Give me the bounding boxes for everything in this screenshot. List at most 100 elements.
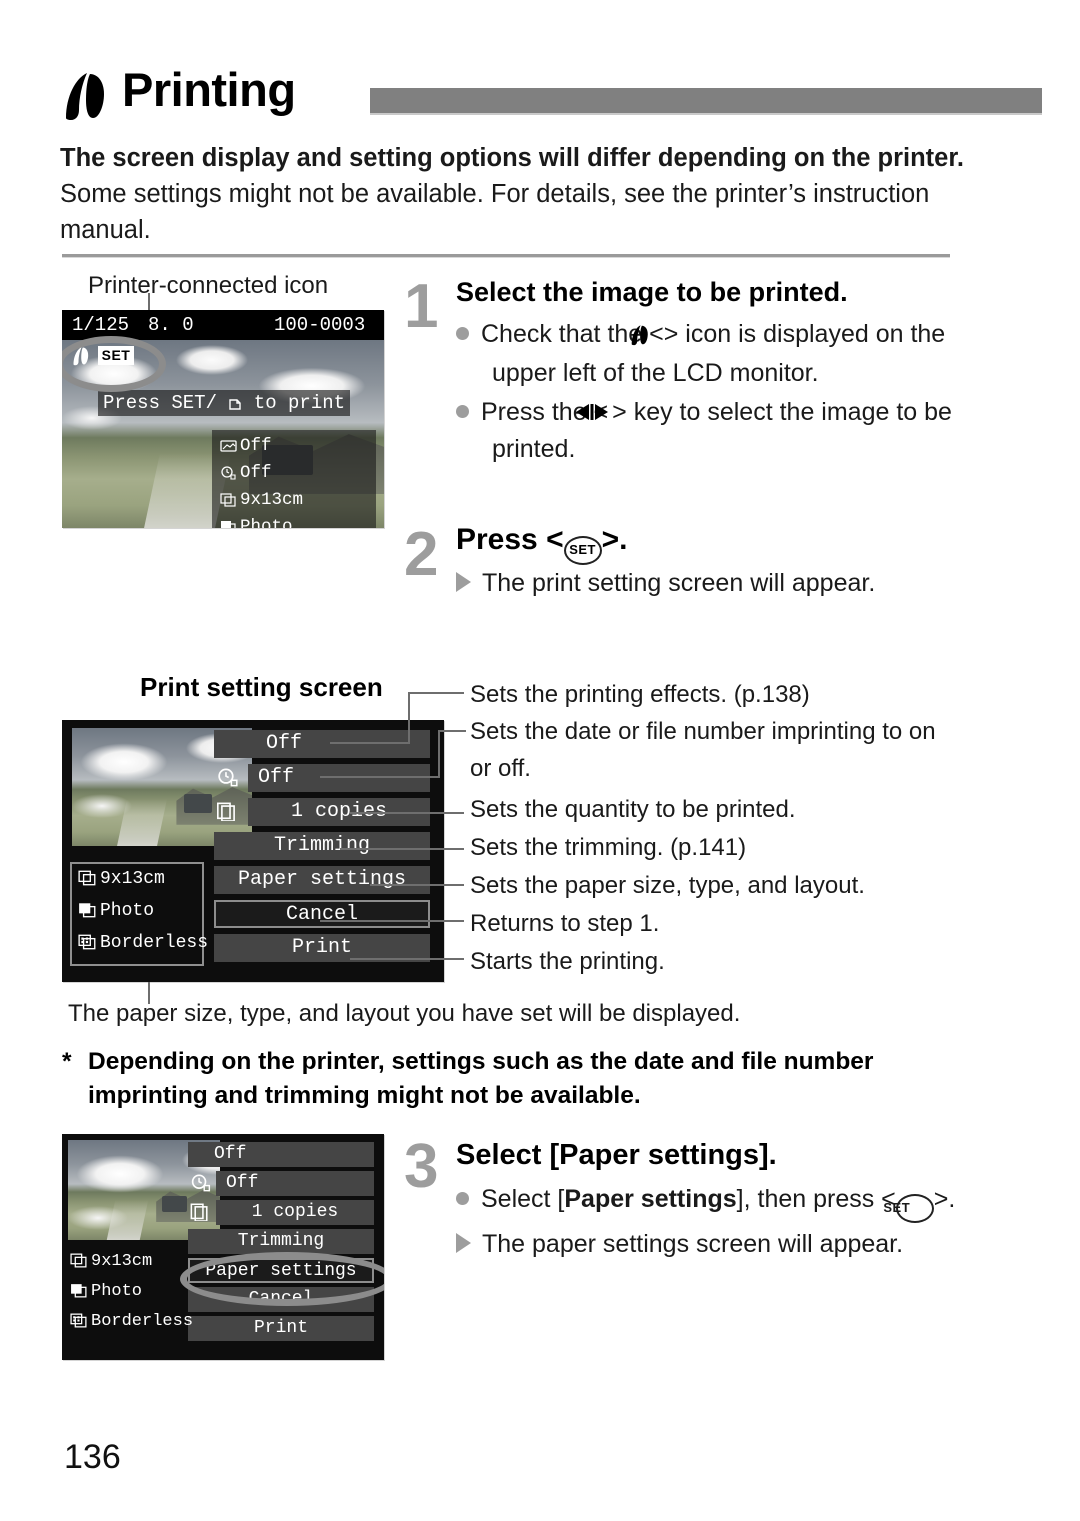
- callout-print: Starts the printing.: [470, 948, 665, 975]
- date-imprint-icon: [216, 768, 240, 792]
- lcd-print-setting-screen-2: Off Off 1 copies Trimming Paper settings…: [62, 1134, 384, 1360]
- page-layout-icon: [78, 934, 97, 956]
- leader-line-date-h: [320, 776, 440, 778]
- date-imprint-icon: [190, 1174, 212, 1197]
- step-1-title: Select the image to be printed.: [456, 277, 848, 307]
- leader-line-trimming: [340, 848, 464, 850]
- menu-row-printing-effects[interactable]: Off: [214, 730, 430, 758]
- menu2-row-copies[interactable]: 1 copies: [216, 1200, 374, 1225]
- menu-row-paper-settings[interactable]: Paper settings: [214, 866, 430, 894]
- leader-line-effects-h: [330, 742, 410, 744]
- press-set-hint-tail: to print: [242, 392, 346, 414]
- menu-label-trimming: Trimming: [273, 834, 370, 857]
- diagram-title: Print setting screen: [140, 672, 383, 702]
- menu2-row-date-imprint[interactable]: Off: [216, 1171, 374, 1196]
- set-key-icon: SET: [563, 536, 602, 565]
- paper-size-icon: [70, 1253, 88, 1274]
- paper-info-2-layout-text: Borderless: [91, 1312, 194, 1331]
- menu-row-date-imprint[interactable]: Off: [248, 764, 430, 792]
- menu2-value-printing-effects: Off: [214, 1144, 247, 1164]
- overlay-row-date: Off: [220, 461, 370, 488]
- leader-line-effects-v: [408, 692, 410, 744]
- press-set-hint-head: Press SET/: [102, 392, 217, 414]
- step-1-number: 1: [404, 272, 439, 341]
- overlay-effects-value: Off: [240, 436, 272, 456]
- footnote-marker: *: [62, 1048, 72, 1075]
- page-number: 136: [64, 1438, 121, 1476]
- step-3-title: Select [Paper settings].: [456, 1139, 777, 1171]
- step-2-result-text: The print setting screen will appear.: [482, 569, 876, 597]
- copies-icon: [216, 802, 240, 826]
- paper-info-2-size-text: 9x13cm: [91, 1252, 153, 1271]
- leader-line-print: [350, 958, 464, 960]
- step-3-b1-bold: Paper settings: [564, 1185, 737, 1213]
- menu2-row-printing-effects[interactable]: Off: [188, 1142, 374, 1167]
- step-2-body: The print setting screen will appear.: [456, 566, 996, 601]
- leader-line-cancel: [320, 920, 464, 922]
- paper-info-2-size: 9x13cm: [70, 1252, 182, 1274]
- menu2-value-copies: 1 copies: [251, 1202, 339, 1222]
- callout-date-imprint-line2: or off.: [470, 755, 531, 782]
- overlay-date-value: Off: [240, 463, 272, 483]
- step-3-result: The paper settings screen will appear.: [456, 1227, 986, 1262]
- leader-line-copies: [350, 812, 464, 814]
- file-number-value: 100-0003: [274, 314, 366, 336]
- result-arrow-icon: [456, 1233, 471, 1253]
- footnote: * Depending on the printer, settings such…: [62, 1045, 968, 1113]
- step-3-b1-c: >.: [933, 1185, 956, 1213]
- paper-info-size: 9x13cm: [78, 869, 165, 892]
- leader-line-date-top: [438, 730, 466, 732]
- paper-info-2-type: Photo: [70, 1282, 182, 1304]
- bullet-dot-icon: [456, 405, 469, 418]
- paper-info-size-text: 9x13cm: [100, 869, 165, 889]
- step-3-body: Select [Paper settings], then press <SET…: [456, 1182, 986, 1262]
- copies-icon: [190, 1203, 212, 1226]
- menu2-row-trimming[interactable]: Trimming: [188, 1229, 374, 1254]
- printer-connected-icon: [60, 70, 116, 122]
- section-divider: [62, 254, 950, 258]
- manual-page: Printing The screen display and setting …: [0, 0, 1080, 1521]
- overlay-row-effects: Off: [220, 434, 370, 461]
- callout-trimming: Sets the trimming. (p.141): [470, 834, 747, 861]
- step-2-title-b: >.: [601, 523, 628, 556]
- leader-line-paper-settings: [370, 884, 464, 886]
- step-3-result-text: The paper settings screen will appear.: [482, 1230, 904, 1258]
- result-arrow-icon: [456, 572, 471, 592]
- paper-type-icon: [78, 902, 97, 924]
- menu-row-trimming[interactable]: Trimming: [214, 832, 430, 860]
- paper-type-icon: [220, 518, 237, 528]
- callout-quantity: Sets the quantity to be printed.: [470, 796, 796, 823]
- print-key-icon: [217, 392, 242, 414]
- menu2-row-print[interactable]: Print: [188, 1316, 374, 1341]
- paper-info-layout-text: Borderless: [100, 933, 209, 953]
- paper-info-box-2: 9x13cm Photo Borderless: [70, 1252, 193, 1334]
- overlay-type-value: Photo: [240, 517, 293, 528]
- callout-date-imprint: Sets the date or file number imprinting …: [470, 718, 936, 745]
- printer-connected-icon-label: Printer-connected icon: [88, 272, 329, 299]
- page-header: Printing: [60, 63, 1042, 128]
- menu-value-date-imprint: Off: [258, 766, 295, 789]
- callout-paper-settings: Sets the paper size, type, and layout.: [470, 872, 865, 899]
- intro-bold: The screen display and setting options w…: [60, 144, 964, 172]
- photo-road: [106, 1200, 149, 1240]
- overlay-size-value: 9x13cm: [240, 490, 304, 510]
- diagram-bottom-caption: The paper size, type, and layout you hav…: [68, 1000, 741, 1027]
- print-settings-overlay: Off Off 9x13cm Photo Borderless: [212, 430, 376, 528]
- menu-row-cancel[interactable]: Cancel: [214, 900, 430, 928]
- menu2-value-date-imprint: Off: [226, 1173, 259, 1193]
- intro-paragraph: The screen display and setting options w…: [60, 140, 990, 248]
- press-set-hint: Press SET/ to print: [98, 390, 350, 416]
- paper-info-type: Photo: [78, 901, 154, 924]
- step-3-number: 3: [404, 1132, 439, 1201]
- paper-info-2-type-text: Photo: [91, 1282, 143, 1301]
- footnote-text: Depending on the printer, settings such …: [88, 1048, 874, 1109]
- photo-barn: [183, 794, 213, 813]
- photo-barn: [162, 1196, 187, 1212]
- step-2-title: Press < SET >.: [456, 523, 627, 565]
- photo-road: [117, 798, 167, 846]
- page-title: Printing: [122, 63, 296, 116]
- menu2-label-print: Print: [253, 1318, 308, 1338]
- aperture-value: 8. 0: [148, 314, 194, 336]
- step-2-number: 2: [404, 520, 439, 589]
- step-3-b1-b: ], then press <: [736, 1185, 896, 1213]
